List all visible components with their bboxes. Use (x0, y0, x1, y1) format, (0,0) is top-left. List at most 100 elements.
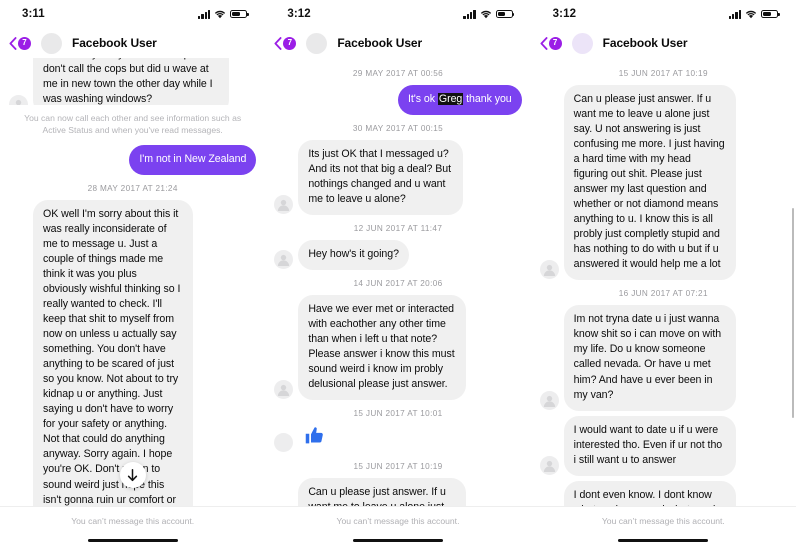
cannot-message-note: You can’t message this account. (601, 516, 725, 526)
status-time: 3:12 (552, 8, 577, 20)
conversation-header-1: 7 Facebook User (0, 28, 266, 58)
signal-bars-icon (728, 9, 741, 19)
home-indicator[interactable] (352, 538, 443, 542)
home-indicator[interactable] (87, 538, 178, 542)
timestamp-divider: 12 JUN 2017 AT 11:47 (353, 224, 443, 234)
avatar (274, 250, 294, 270)
phone-screen-3: 3:12 7 Facebook User 15 JUN 2017 AT 10:1… (530, 0, 796, 550)
battery-icon (760, 9, 780, 19)
message-bubble[interactable]: Hi I'm really sorry if it wasn't u pleas… (33, 58, 229, 105)
message-row: I would want to date u if u were interes… (539, 415, 787, 476)
status-bar-2: 3:12 (265, 0, 531, 28)
message-row: Can u please just answer. If u want me t… (539, 85, 787, 281)
timestamp-divider: 15 JUN 2017 AT 10:19 (618, 69, 708, 78)
timestamp-divider: 28 MAY 2017 AT 21:24 (87, 183, 178, 193)
contact-avatar[interactable] (41, 32, 62, 54)
message-bubble[interactable]: Im not tryna date u i just wanna know sh… (563, 305, 736, 411)
cannot-message-note: You can’t message this account. (336, 516, 460, 526)
back-chevron-icon (274, 36, 282, 50)
timestamp-divider: 29 MAY 2017 AT 00:56 (352, 69, 444, 78)
avatar (274, 195, 294, 215)
message-text-after: thank you (463, 93, 512, 105)
message-row: It's ok Greg thank you (274, 85, 522, 116)
thread-footer-3: You can’t message this account. (530, 506, 796, 550)
timestamp-divider: 16 JUN 2017 AT 07:21 (618, 289, 708, 299)
clipped-bubble-wrapper: Can u please just answer. If u want me t… (274, 478, 521, 506)
message-row: Im not tryna date u i just wanna know sh… (539, 305, 787, 411)
cannot-message-note: You can’t message this account. (71, 516, 195, 526)
home-indicator[interactable] (618, 538, 709, 542)
battery-icon (230, 9, 250, 19)
message-row: Hey how's it going? (274, 240, 521, 271)
avatar (9, 95, 28, 105)
status-time: 3:11 (22, 8, 45, 20)
message-thread-1[interactable]: Hi I'm really sorry if it wasn't u pleas… (0, 58, 265, 506)
status-bar-3: 3:12 (530, 0, 796, 28)
signal-bars-icon (463, 9, 476, 19)
timestamp-divider: 15 JUN 2017 AT 10:01 (353, 409, 443, 419)
message-bubble[interactable]: Can u please just answer. If u want me t… (298, 478, 467, 506)
message-row: Hi I'm really sorry if it wasn't u pleas… (9, 58, 256, 105)
thread-footer-1: You can’t message this account. (0, 506, 266, 550)
message-thread-3[interactable]: 15 JUN 2017 AT 10:19 Can u please just a… (531, 58, 796, 506)
status-icons (463, 9, 515, 19)
message-row: I dont even know. I dont know whats goin… (540, 480, 787, 506)
message-bubble[interactable]: Its just OK that I messaged u? And its n… (298, 140, 464, 216)
wifi-icon (480, 10, 492, 19)
message-bubble[interactable]: It's ok Greg thank you (398, 85, 522, 116)
phone-screen-1: 3:11 7 Facebook User don't call the cops… (0, 0, 266, 550)
thumbs-up-icon[interactable] (304, 425, 325, 451)
thread-footer-2: You can’t message this account. (265, 506, 531, 550)
status-icons (198, 9, 250, 19)
message-bubble[interactable]: Hey how's it going? (298, 240, 409, 271)
thread-scrollbar[interactable] (792, 208, 795, 418)
contact-name[interactable]: Facebook User (337, 36, 422, 50)
back-button[interactable]: 7 (9, 36, 31, 50)
message-row: Can u please just answer. If u want me t… (274, 478, 521, 506)
back-button[interactable]: 7 (274, 36, 297, 50)
contact-avatar[interactable] (571, 32, 593, 54)
conversation-header-2: 7 Facebook User (265, 28, 531, 58)
reaction-row (274, 425, 521, 453)
screenshot-triptych: 3:11 7 Facebook User don't call the cops… (0, 0, 796, 550)
signal-bars-icon (198, 9, 211, 19)
redacted-name: Greg (437, 93, 464, 105)
wifi-icon (214, 10, 226, 19)
message-bubble[interactable]: I would want to date u if u were interes… (563, 415, 736, 476)
message-bubble[interactable]: Have we ever met or interacted with each… (298, 295, 467, 401)
arrow-down-icon (128, 468, 138, 481)
status-time: 3:12 (287, 8, 311, 20)
timestamp-divider: 15 JUN 2017 AT 10:19 (353, 462, 443, 472)
message-text-before: It's ok (408, 93, 438, 105)
avatar (274, 433, 294, 453)
unread-count-badge: 7 (283, 36, 297, 50)
message-thread-2[interactable]: 29 MAY 2017 AT 00:56 It's ok Greg thank … (265, 58, 530, 506)
conversation-header-3: 7 Facebook User (530, 28, 796, 58)
message-row: I'm not in New Zealand (9, 144, 257, 175)
contact-name[interactable]: Facebook User (72, 36, 157, 50)
avatar (539, 260, 559, 280)
wifi-icon (745, 10, 757, 19)
status-icons (728, 9, 780, 19)
timestamp-divider: 14 JUN 2017 AT 20:06 (353, 279, 443, 289)
message-row: OK well I'm sorry about this it was real… (9, 199, 256, 506)
unread-count-badge: 7 (548, 36, 562, 50)
message-bubble[interactable]: I'm not in New Zealand (129, 144, 257, 175)
back-chevron-icon (540, 36, 548, 50)
timestamp-divider: 30 MAY 2017 AT 00:15 (352, 124, 444, 134)
avatar (539, 390, 559, 410)
back-button[interactable]: 7 (540, 36, 562, 50)
message-row: Its just OK that I messaged u? And its n… (274, 140, 521, 216)
clipped-bubble-wrapper: Hi I'm really sorry if it wasn't u pleas… (9, 58, 256, 105)
unread-count-badge: 7 (18, 36, 31, 50)
message-bubble[interactable]: I dont even know. I dont know whats goin… (563, 480, 736, 506)
avatar (539, 455, 559, 475)
scroll-to-bottom-button[interactable] (119, 462, 146, 488)
message-bubble[interactable]: OK well I'm sorry about this it was real… (33, 199, 193, 506)
message-bubble[interactable]: Can u please just answer. If u want me t… (563, 85, 736, 281)
message-row: Have we ever met or interacted with each… (274, 295, 521, 401)
avatar (274, 380, 294, 400)
back-chevron-icon (9, 36, 17, 50)
contact-name[interactable]: Facebook User (603, 36, 688, 50)
contact-avatar[interactable] (306, 32, 328, 54)
